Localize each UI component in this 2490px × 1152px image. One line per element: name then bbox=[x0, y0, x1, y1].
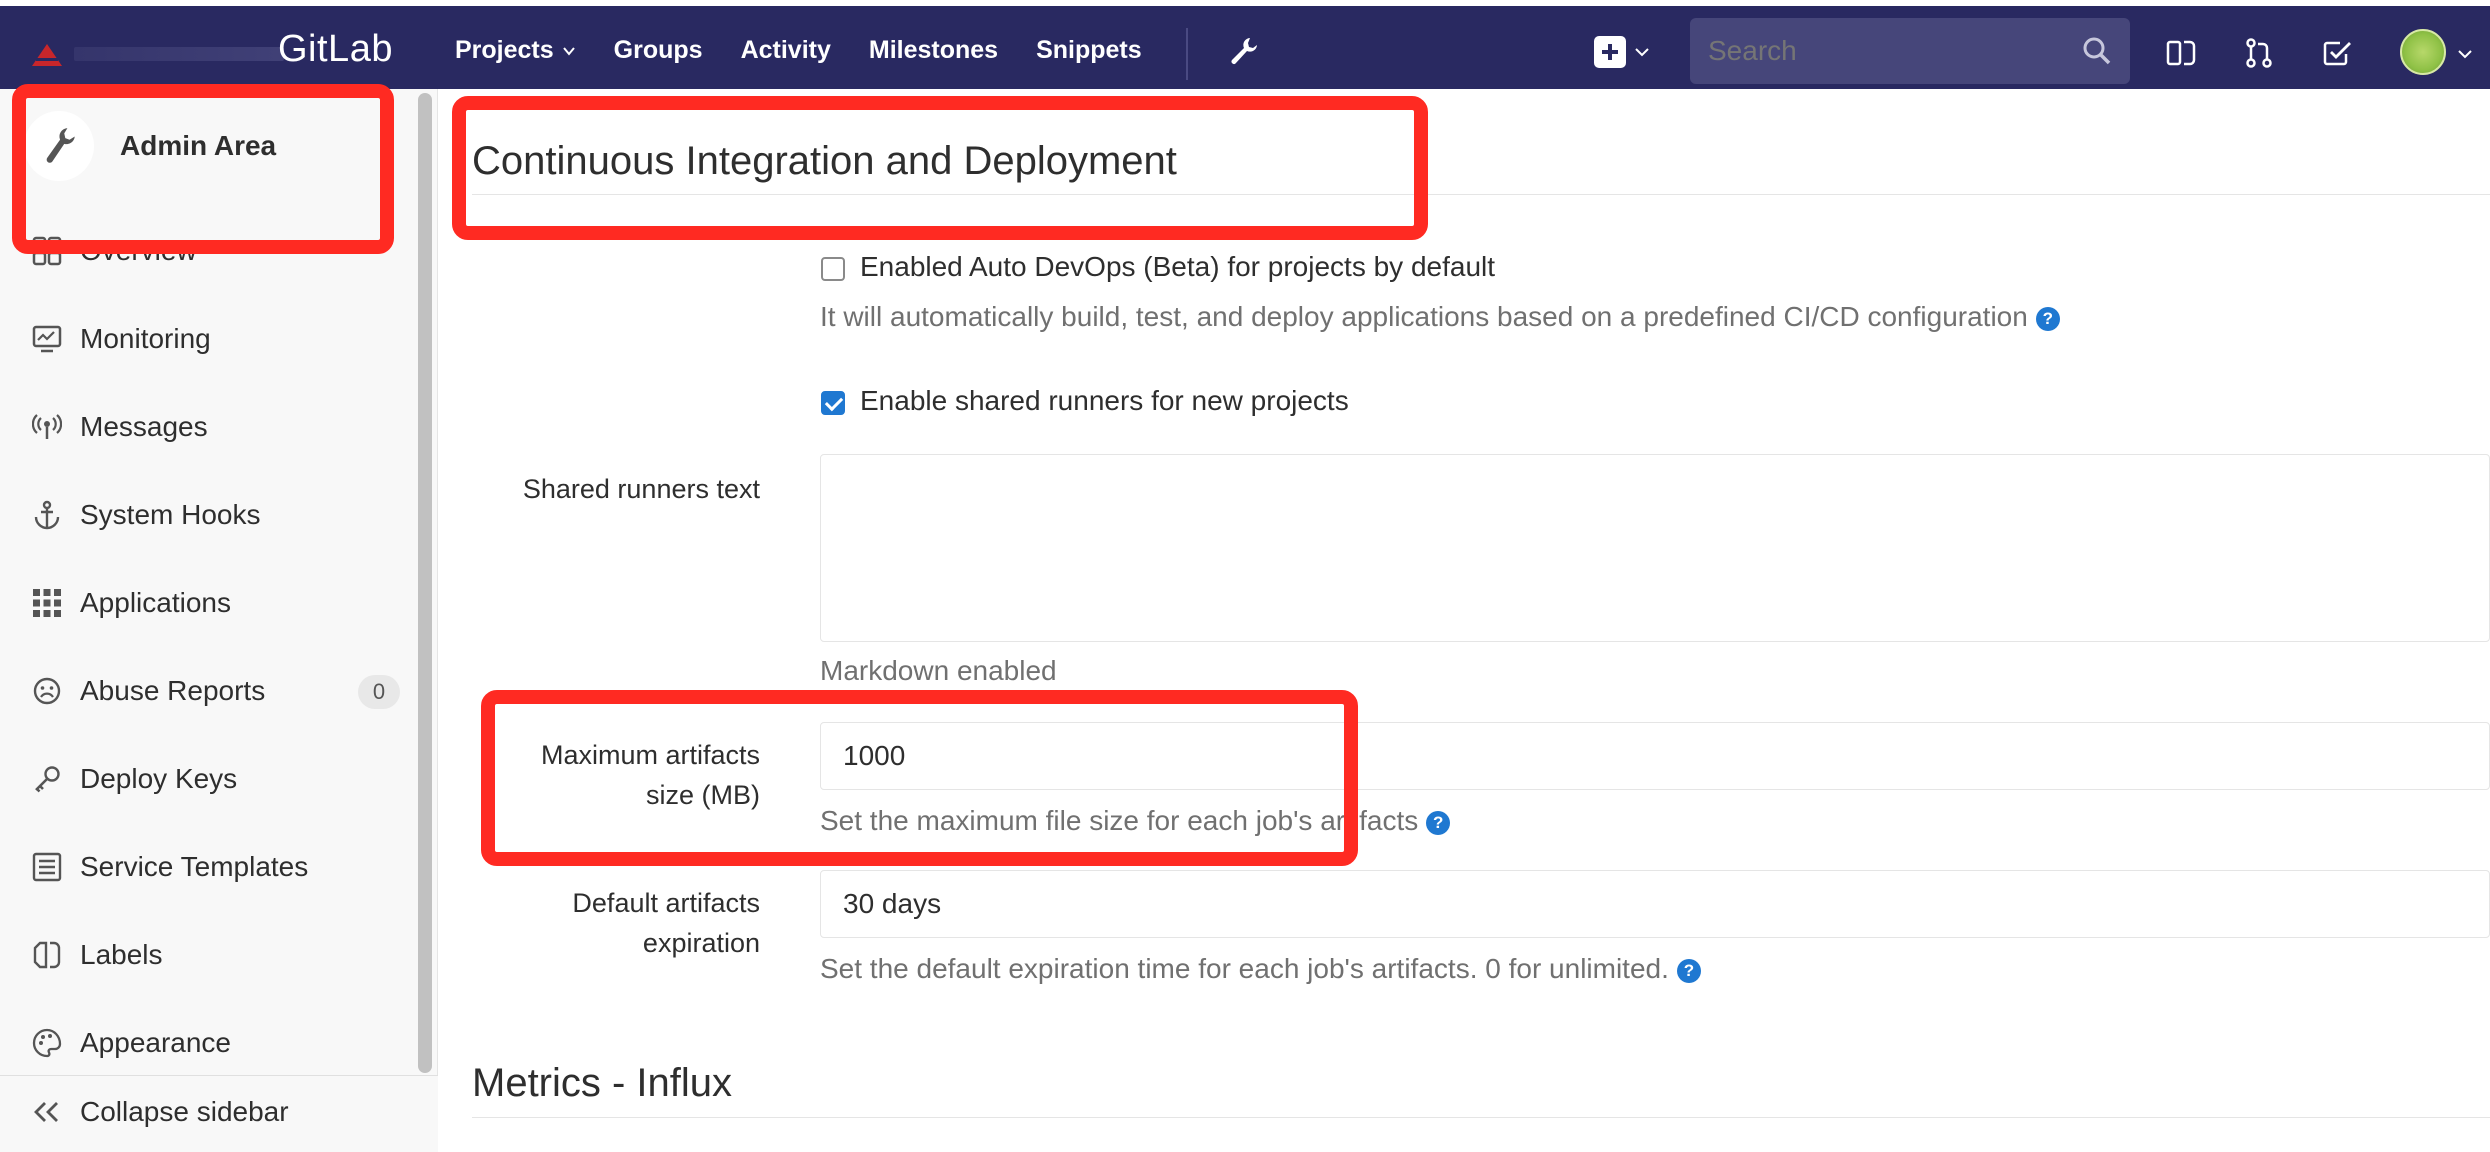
shared-runners-text-label: Shared runners text bbox=[522, 474, 760, 504]
nav-activity[interactable]: Activity bbox=[741, 36, 831, 65]
help-icon[interactable]: ? bbox=[1676, 959, 1701, 983]
company-logo-mark bbox=[30, 40, 64, 68]
new-dropdown-button[interactable] bbox=[1594, 36, 1650, 68]
sidebar-item-label: Applications bbox=[80, 587, 231, 618]
sidebar-item-messages[interactable]: Messages bbox=[30, 399, 400, 455]
search-icon bbox=[2083, 37, 2111, 65]
auto-devops-help: It will automatically build, test, and d… bbox=[820, 301, 2060, 333]
todo-icon[interactable] bbox=[2320, 36, 2354, 70]
messages-icon bbox=[30, 410, 64, 444]
default-expiration-input[interactable]: 30 days bbox=[820, 870, 2490, 938]
sidebar-item-appearance[interactable]: Appearance bbox=[30, 1015, 400, 1071]
top-navbar: GitLab Projects Groups Activity Mileston… bbox=[0, 0, 2490, 89]
sidebar-item-deploy-keys[interactable]: Deploy Keys bbox=[30, 751, 400, 807]
sidebar-item-labels[interactable]: Labels bbox=[30, 927, 400, 983]
nav-milestones[interactable]: Milestones bbox=[869, 36, 998, 65]
nav-groups[interactable]: Groups bbox=[614, 36, 703, 65]
nav-snippets[interactable]: Snippets bbox=[1036, 36, 1142, 65]
service-icon bbox=[30, 850, 64, 884]
nav-projects[interactable]: Projects bbox=[455, 36, 576, 65]
company-logo-text bbox=[74, 47, 284, 61]
chevron-down-icon[interactable] bbox=[2456, 46, 2474, 62]
main-nav: Projects Groups Activity Milestones Snip… bbox=[455, 6, 1180, 95]
sidebar-item-label: Appearance bbox=[80, 1027, 232, 1058]
sidebar-item-abuse-reports[interactable]: Abuse Reports 0 bbox=[30, 663, 400, 719]
key-icon bbox=[30, 762, 64, 796]
sidebar-item-label: System Hooks bbox=[80, 499, 261, 530]
auto-devops-checkbox[interactable] bbox=[821, 257, 845, 281]
sidebar-item-system-hooks[interactable]: System Hooks bbox=[30, 487, 400, 543]
user-avatar[interactable] bbox=[2400, 29, 2446, 75]
help-icon[interactable]: ? bbox=[1426, 811, 1451, 835]
auto-devops-label[interactable]: Enabled Auto DevOps (Beta) for projects … bbox=[860, 251, 1495, 283]
collapse-sidebar-button[interactable]: Collapse sidebar bbox=[0, 1075, 438, 1152]
annotation-box-admin-area bbox=[12, 84, 394, 254]
sidebar-scrollbar[interactable] bbox=[418, 93, 432, 1073]
auto-devops-help-text: It will automatically build, test, and d… bbox=[820, 301, 2028, 332]
annotation-box-section-title bbox=[452, 96, 1428, 240]
default-expiration-help: Set the default expiration time for each… bbox=[820, 953, 1701, 985]
sidebar-item-label: Deploy Keys bbox=[80, 763, 238, 794]
anchor-icon bbox=[30, 498, 64, 532]
default-expiration-help-text: Set the default expiration time for each… bbox=[820, 953, 1669, 984]
abuse-icon bbox=[30, 674, 64, 708]
sidebar-item-label: Monitoring bbox=[80, 323, 211, 354]
sidebar-item-label: Abuse Reports bbox=[80, 675, 266, 706]
shared-runners-textarea[interactable] bbox=[820, 454, 2490, 642]
chevron-down-icon bbox=[1635, 48, 1649, 57]
section-title-metrics-influx: Metrics - Influx bbox=[472, 1061, 733, 1105]
chevron-down-icon bbox=[562, 46, 575, 56]
shared-runners-label[interactable]: Enable shared runners for new projects bbox=[860, 385, 1349, 417]
search-box[interactable] bbox=[1690, 18, 2130, 84]
sidebar-item-applications[interactable]: Applications bbox=[30, 575, 400, 631]
sidebar-item-label: Labels bbox=[80, 939, 163, 970]
issues-icon[interactable] bbox=[2164, 36, 2198, 70]
nav-projects-label: Projects bbox=[455, 36, 554, 64]
applications-icon bbox=[30, 586, 64, 620]
annotation-box-max-artifacts bbox=[481, 690, 1358, 866]
merge-request-icon[interactable] bbox=[2242, 36, 2276, 70]
labels-icon bbox=[30, 938, 64, 972]
sidebar-item-label: Service Templates bbox=[80, 851, 309, 882]
sidebar-item-monitoring[interactable]: Monitoring bbox=[30, 311, 400, 367]
collapse-sidebar-label: Collapse sidebar bbox=[80, 1096, 289, 1127]
default-expiration-label-line1: Default artifacts bbox=[572, 888, 760, 918]
sidebar-item-label: Messages bbox=[80, 411, 208, 442]
monitoring-icon bbox=[30, 322, 64, 356]
plus-icon bbox=[1594, 36, 1626, 68]
admin-wrench-icon[interactable] bbox=[1226, 34, 1260, 68]
search-input[interactable] bbox=[1708, 18, 2068, 84]
markdown-enabled-help: Markdown enabled bbox=[820, 655, 1057, 686]
sidebar-item-service-templates[interactable]: Service Templates bbox=[30, 839, 400, 895]
section-divider bbox=[472, 1117, 2490, 1118]
palette-icon bbox=[30, 1026, 64, 1060]
abuse-count-badge: 0 bbox=[358, 675, 400, 709]
gitlab-brand[interactable]: GitLab bbox=[278, 28, 393, 71]
double-chevron-left-icon bbox=[34, 1102, 58, 1122]
help-icon[interactable]: ? bbox=[2035, 307, 2060, 331]
default-expiration-label: Default artifacts expiration bbox=[438, 883, 760, 963]
main-content: Continuous Integration and Deployment En… bbox=[438, 89, 2490, 1152]
default-expiration-label-line2: expiration bbox=[642, 928, 760, 958]
company-logo[interactable] bbox=[30, 34, 284, 74]
shared-runners-checkbox[interactable] bbox=[821, 391, 845, 415]
nav-divider bbox=[1186, 28, 1188, 80]
